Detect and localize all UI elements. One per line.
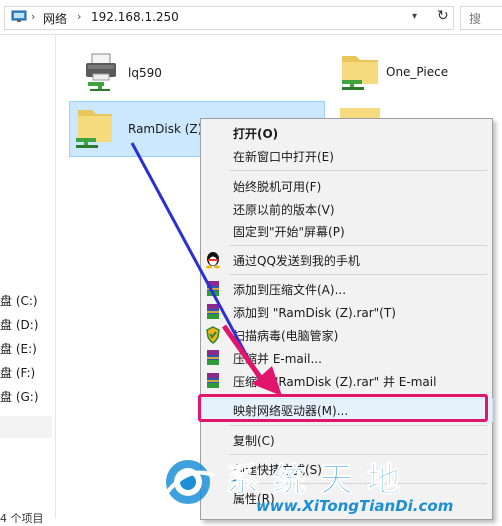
shared-folder-icon (76, 110, 112, 148)
watermark-logo-icon (164, 460, 215, 504)
menu-separator (229, 274, 487, 275)
winrar-icon (207, 281, 219, 296)
menu-item-add-archive[interactable]: 添加到压缩文件(A)... (201, 278, 492, 300)
nav-drive-g[interactable]: 盘 (G:) (0, 388, 39, 405)
network-icon (11, 10, 27, 22)
menu-item-scan-virus[interactable]: 扫描病毒(电脑管家) (201, 324, 492, 346)
onepiece-label[interactable]: One_Piece (386, 65, 448, 79)
winrar-icon (207, 304, 219, 319)
printer-icon (86, 53, 116, 91)
breadcrumb-separator-icon: › (77, 10, 82, 23)
breadcrumb-network[interactable]: 网络 (43, 10, 67, 27)
menu-item-add-rar[interactable]: 添加到 "RamDisk (Z).rar"(T) (201, 301, 492, 323)
winrar-icon (207, 350, 219, 365)
menu-item-pin-start[interactable]: 固定到"开始"屏幕(P) (201, 220, 492, 242)
shield-icon (206, 326, 220, 344)
winrar-icon (207, 373, 219, 388)
qq-penguin-icon (206, 252, 220, 269)
nav-drive-d[interactable]: 盘 (D:) (0, 316, 38, 333)
nav-drive-e[interactable]: 盘 (E:) (0, 340, 37, 357)
onepiece-folder-item[interactable] (338, 48, 382, 92)
address-bar[interactable]: › 网络 › 192.168.1.250 ▾ ↻ (4, 6, 454, 30)
menu-separator (229, 425, 487, 426)
navigation-pane (0, 35, 56, 518)
printer-item[interactable] (84, 52, 120, 92)
menu-item-restore-versions[interactable]: 还原以前的版本(V) (201, 198, 492, 220)
breadcrumb-separator-icon: › (31, 10, 36, 23)
chevron-down-icon[interactable]: ▾ (412, 11, 417, 22)
nav-selected-row (0, 416, 52, 438)
menu-item-compress-rar-email[interactable]: 压缩到 "RamDisk (Z).rar" 并 E-mail (201, 370, 492, 392)
breadcrumb-host[interactable]: 192.168.1.250 (91, 10, 179, 24)
address-bar-area: › 网络 › 192.168.1.250 ▾ ↻ 搜 (0, 0, 502, 35)
refresh-icon[interactable]: ↻ (437, 8, 449, 24)
menu-separator (229, 170, 487, 171)
nav-drive-f[interactable]: 盘 (F:) (0, 364, 35, 381)
shared-folder-icon (342, 56, 378, 90)
watermark-title: 系统天地 (226, 460, 414, 500)
watermark-url: www.XiTongTianDi.com (256, 497, 454, 515)
menu-item-copy[interactable]: 复制(C) (201, 429, 492, 451)
menu-item-qq-send[interactable]: 通过QQ发送到我的手机 (201, 249, 492, 271)
search-label: 搜 (469, 12, 482, 26)
menu-separator (229, 245, 487, 246)
menu-item-open-new-window[interactable]: 在新窗口中打开(E) (201, 145, 492, 167)
highlight-box (198, 394, 488, 422)
nav-drive-c[interactable]: 盘 (C:) (0, 292, 38, 309)
search-input[interactable]: 搜 (460, 6, 502, 30)
ramdisk-folder-item[interactable] (72, 104, 116, 152)
menu-item-open[interactable]: 打开(O) (201, 122, 492, 144)
menu-item-compress-email[interactable]: 压缩并 E-mail... (201, 347, 492, 369)
status-item-count: 4 个项目 (0, 512, 44, 525)
menu-item-always-offline[interactable]: 始终脱机可用(F) (201, 175, 492, 197)
printer-label[interactable]: lq590 (128, 66, 162, 80)
ramdisk-label[interactable]: RamDisk (Z) (128, 122, 202, 136)
